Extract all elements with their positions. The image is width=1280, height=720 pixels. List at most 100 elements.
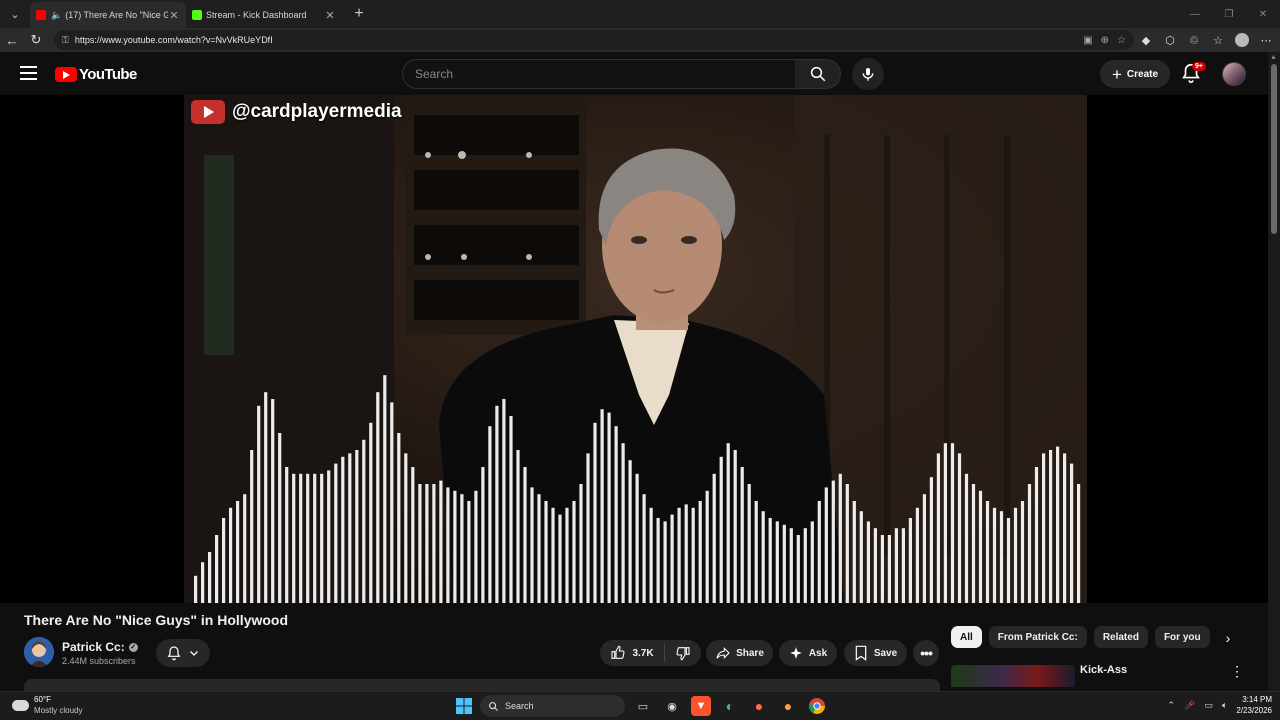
favorite-star-icon[interactable]: ☆ <box>1117 35 1126 46</box>
waveform-bar <box>964 473 969 603</box>
bell-icon <box>167 646 181 661</box>
firefox-dev-icon[interactable]: ● <box>778 696 798 716</box>
zoom-icon[interactable]: ⊕ <box>1101 35 1109 46</box>
share-button[interactable]: Share <box>706 640 773 666</box>
waveform-bar <box>320 473 324 603</box>
search-button[interactable] <box>795 59 841 89</box>
description-box[interactable] <box>24 679 940 691</box>
address-toolbar: ← ↻ ⚿ https://www.youtube.com/watch?v=Nv… <box>0 28 1280 52</box>
close-tab-icon[interactable]: ✕ <box>324 9 336 22</box>
chip-related[interactable]: Related <box>1093 626 1148 648</box>
weather-widget[interactable]: 60°F Mostly cloudy <box>10 695 82 716</box>
clock[interactable]: 3:14 PM 2/23/2026 <box>1236 694 1272 716</box>
new-tab-button[interactable]: + <box>348 3 370 25</box>
window-controls: — ❐ ✕ <box>1178 0 1280 28</box>
settings-more-icon[interactable]: ⋯ <box>1254 28 1278 52</box>
chip-from-channel[interactable]: From Patrick Cc: <box>988 626 1087 648</box>
close-tab-icon[interactable]: ✕ <box>168 9 180 22</box>
create-label: Create <box>1126 68 1159 80</box>
recommended-video-thumbnail[interactable] <box>951 665 1075 687</box>
share-label: Share <box>736 647 764 659</box>
ask-button[interactable]: Ask <box>779 640 837 666</box>
minimize-icon[interactable]: — <box>1178 0 1212 28</box>
account-avatar[interactable] <box>1222 62 1246 86</box>
favorites-icon[interactable]: ☆ <box>1206 28 1230 52</box>
waveform-bar <box>726 443 730 603</box>
address-bar-actions: ▣ ⊕ ☆ <box>1083 35 1126 46</box>
subscribed-notifications-button[interactable] <box>156 639 210 667</box>
obs-app-icon[interactable]: ◉ <box>662 696 682 716</box>
waveform-bar <box>586 453 590 603</box>
chip-for-you[interactable]: For you <box>1154 626 1210 648</box>
like-button[interactable]: 3.7K <box>610 645 654 661</box>
address-bar[interactable]: ⚿ https://www.youtube.com/watch?v=NvVkRU… <box>54 30 1134 50</box>
taskbar-search[interactable]: Search <box>480 695 625 717</box>
waveform-bar <box>663 521 667 603</box>
chip-all[interactable]: All <box>951 626 982 648</box>
channel-name-text: Patrick Cc: <box>62 640 125 654</box>
chevron-right-icon[interactable]: › <box>1218 628 1238 648</box>
extension-icon[interactable]: ◆ <box>1134 28 1158 52</box>
search-box[interactable] <box>402 59 796 89</box>
waveform-bar <box>908 518 912 603</box>
channel-avatar[interactable] <box>24 637 54 667</box>
guide-menu-icon[interactable] <box>20 66 37 80</box>
voice-search-button[interactable] <box>852 58 884 90</box>
save-button[interactable]: Save <box>844 640 907 666</box>
task-view-icon[interactable]: ▭ <box>633 696 653 716</box>
reload-button[interactable]: ↻ <box>24 28 48 52</box>
recommended-video-title[interactable]: Kick-Ass <box>1080 664 1127 676</box>
waveform-bar <box>299 473 303 603</box>
more-actions-button[interactable]: ••• <box>913 640 939 666</box>
waveform-bar <box>999 511 1004 603</box>
dislike-button[interactable] <box>675 645 691 661</box>
waveform-bar <box>691 507 695 603</box>
tab-list-menu-button[interactable]: ⌄ <box>4 3 26 25</box>
waveform-bar <box>271 399 275 603</box>
microphone-icon[interactable]: 🎤︎ <box>1184 700 1195 711</box>
waveform-bar <box>943 443 947 603</box>
windows-start-icon[interactable] <box>454 696 474 716</box>
app-available-icon[interactable]: ▣ <box>1083 35 1092 46</box>
tab-title: (17) There Are No "Nice Guys" <box>65 10 168 20</box>
create-button[interactable]: + Create <box>1100 60 1170 88</box>
extensions-puzzle-icon[interactable]: ⬡ <box>1158 28 1182 52</box>
brave-browser-icon[interactable]: ▼ <box>691 696 711 716</box>
thumbs-down-icon <box>676 647 690 661</box>
waveform-bar <box>957 453 962 603</box>
site-info-icon[interactable]: ⚿ <box>62 35 69 46</box>
browser-tab-youtube[interactable]: 🔈 (17) There Are No "Nice Guys" ✕ <box>30 2 186 28</box>
scrollbar-thumb[interactable] <box>1271 64 1277 234</box>
sparkle-icon <box>789 647 802 659</box>
waveform-bar <box>488 426 492 603</box>
scroll-up-icon[interactable]: ▲ <box>1270 54 1277 61</box>
waveform-bar <box>978 490 983 603</box>
chevron-up-icon[interactable]: ⌃ <box>1168 700 1176 711</box>
back-button[interactable]: ← <box>0 28 24 52</box>
firefox-icon[interactable]: ● <box>749 696 769 716</box>
subscriber-count: 2.44M subscribers <box>62 656 136 666</box>
network-icon[interactable]: ▭ <box>1204 700 1213 711</box>
plus-icon: + <box>1111 64 1122 84</box>
video-player[interactable]: @cardplayermedia <box>0 95 1268 603</box>
chrome-icon[interactable] <box>807 696 827 716</box>
restore-icon[interactable]: ❐ <box>1212 0 1246 28</box>
waveform-bar <box>894 528 898 603</box>
waveform-bar <box>719 456 723 603</box>
youtube-logo[interactable]: YouTube <box>55 64 137 84</box>
channel-name[interactable]: Patrick Cc: ✓ <box>62 640 138 654</box>
page-scrollbar[interactable]: ▲ <box>1268 52 1280 692</box>
volume-icon[interactable]: 🔈︎ <box>1222 700 1227 711</box>
kebab-menu-icon[interactable]: ⋮ <box>1230 664 1244 680</box>
close-window-icon[interactable]: ✕ <box>1246 0 1280 28</box>
browser-essentials-icon[interactable]: ♲ <box>1182 28 1206 52</box>
waveform-bar <box>215 535 219 603</box>
search-icon <box>489 701 499 711</box>
profile-avatar[interactable] <box>1230 28 1254 52</box>
speaker-icon[interactable]: 🔈 <box>51 10 62 21</box>
browser-tab-kick[interactable]: Stream - Kick Dashboard ✕ <box>186 2 342 28</box>
waveform-bar <box>936 453 940 603</box>
search-input[interactable] <box>415 67 795 81</box>
edge-browser-icon[interactable]: ◐ <box>720 696 740 716</box>
waveform-bar <box>313 473 317 603</box>
